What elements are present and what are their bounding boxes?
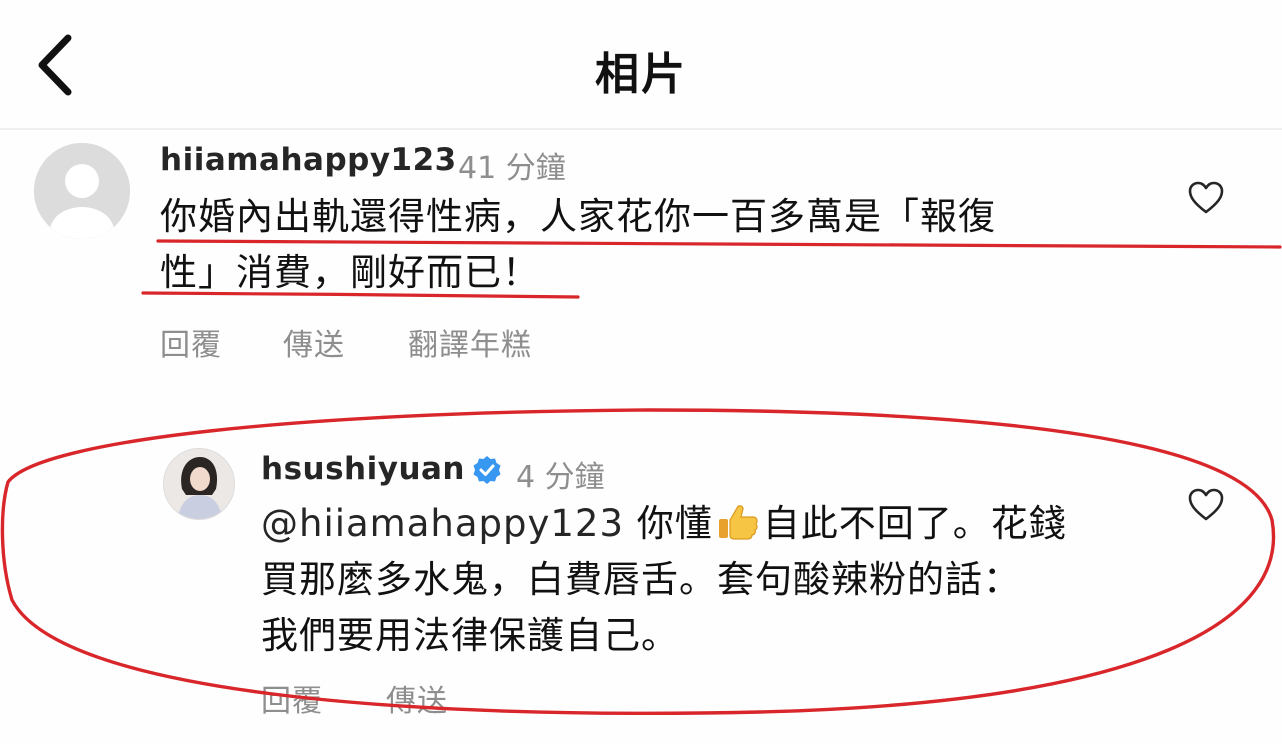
reply-button[interactable]: 回覆 <box>261 676 323 720</box>
avatar[interactable] <box>34 143 130 239</box>
send-button[interactable]: 傳送 <box>386 676 448 720</box>
comment-timestamp: 4 分鐘 <box>516 460 605 495</box>
reply-button[interactable]: 回覆 <box>160 320 222 364</box>
comment-text-line: 你婚內出軌還得性病，人家花你一百多萬是「報復 <box>160 195 996 238</box>
comment-text-line: 我們要用法律保護自己。 <box>261 614 679 657</box>
comment-username[interactable]: hsushiyuan <box>261 451 465 487</box>
mention-link[interactable]: @hiiamahappy123 <box>261 502 624 545</box>
comment-text-segment: 自此不回了。花錢 <box>762 502 1067 545</box>
heart-outline-icon <box>1188 181 1224 214</box>
avatar[interactable] <box>163 448 235 520</box>
like-button[interactable] <box>1188 181 1224 215</box>
comment-text-line: 買那麼多水鬼，白費唇舌。套句酸辣粉的話： <box>261 558 1021 601</box>
send-button[interactable]: 傳送 <box>283 320 345 364</box>
default-avatar-icon <box>34 143 130 239</box>
translate-button[interactable]: 翻譯年糕 <box>408 320 532 364</box>
like-button[interactable] <box>1188 488 1224 522</box>
comment-username[interactable]: hiiamahappy123 <box>160 142 457 178</box>
comment-text-line: @hiiamahappy123 你懂 自此不回了。花錢 <box>261 496 1161 552</box>
verified-badge-icon <box>472 455 502 485</box>
profile-photo <box>164 449 234 519</box>
comment-text: @hiiamahappy123 你懂 自此不回了。花錢 買那麼多水鬼，白費唇舌。… <box>261 496 1161 664</box>
comment-text-segment: 你懂 <box>624 502 713 545</box>
comment-timestamp: 41 分鐘 <box>458 151 566 186</box>
thumbs-up-emoji <box>718 505 758 540</box>
page-title: 相片 <box>595 49 687 100</box>
top-nav-bar: 相片 <box>0 0 1282 130</box>
comment-text-line: 性」消費，剛好而已！ <box>160 251 540 294</box>
heart-outline-icon <box>1188 488 1224 521</box>
comment-text: 你婚內出軌還得性病，人家花你一百多萬是「報復 性」消費，剛好而已！ <box>160 189 1160 301</box>
